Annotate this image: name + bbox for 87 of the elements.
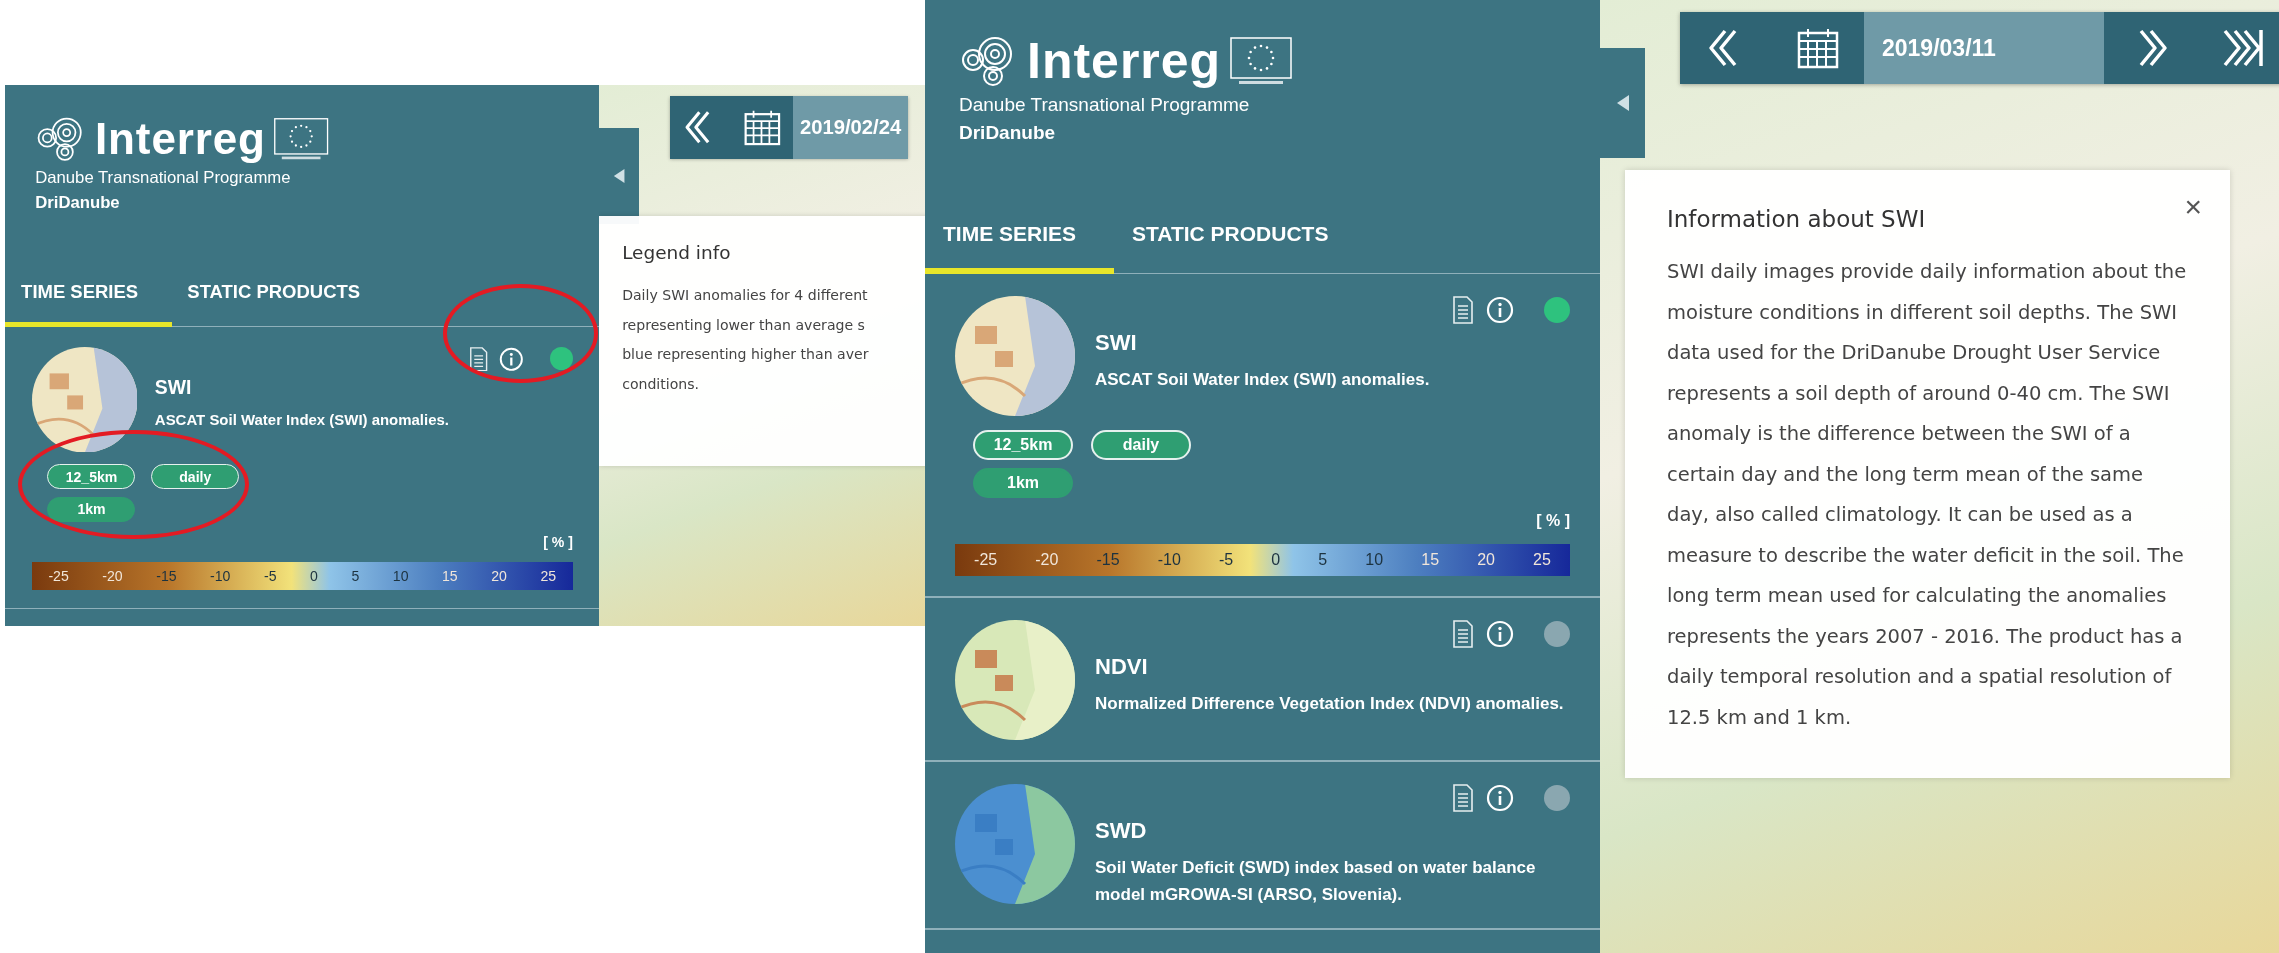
resolution-chip[interactable]: 1km	[973, 468, 1073, 498]
legend-unit: [ % ]	[1536, 512, 1570, 530]
product-name: SWI	[1095, 330, 1138, 356]
product-name: NDVI	[1095, 654, 1149, 680]
eu-flag-icon	[272, 117, 330, 161]
scale-tick-label: 0	[310, 568, 318, 585]
scale-tick-label: -5	[264, 568, 277, 585]
calendar-button[interactable]	[1772, 12, 1864, 84]
logo-project: DriDanube	[959, 122, 1057, 144]
info-icon[interactable]	[1486, 620, 1514, 648]
panel-text: SWI daily images provide daily information about the moisture conditions in different soil depths. The SWI data used for the DriDanube Drought User Service represents a soil depth of around 0-40 cm. The SWI anomaly is the difference between the SWI of a certain day and the long term mean of the same day, also called climatology. It can be used as a measure to describe the water deficit in the soil. The long term mean used for calculating the anomalies represents the years 2007 - 2016. The product has a daily temporal resolution and a spatial resolution of 12.5 km and 1 km.	[1667, 259, 2188, 731]
status-dot[interactable]	[1544, 785, 1570, 811]
logo-programme: Danube Transnational Programme	[35, 168, 292, 189]
product-item[interactable]: SWD Soil Water Deficit (SWD) index based on water balance model mGROWA-SI (ARSO, Slovenia).	[925, 762, 1600, 931]
info-icon[interactable]	[1486, 296, 1514, 324]
scale-tick-label: 15	[1421, 551, 1440, 569]
eu-flag-icon	[1229, 36, 1294, 86]
product-item[interactable]: SWI ASCAT Soil Water Index (SWI) anomalies. 12_5km daily 1km [ % ] -25 -20 -15 -10 -5 0 5 10 15 20 25	[925, 274, 1600, 598]
triangle-left-icon	[612, 168, 626, 184]
scale-tick-label: 20	[491, 568, 507, 585]
scale-tick-label: -5	[1219, 551, 1234, 569]
scale-tick-label: 5	[1318, 551, 1328, 569]
scale-tick-label: 10	[1365, 551, 1384, 569]
logo-wordmark: Interreg	[1027, 36, 1222, 86]
calendar-button[interactable]	[731, 95, 793, 160]
logo-wordmark: Interreg	[95, 117, 266, 161]
calendar-icon	[742, 108, 782, 147]
resolution-chip[interactable]: 12_5km	[973, 430, 1073, 460]
logo-programme: Danube Transnational Programme	[959, 94, 1251, 116]
scale-tick-label: -10	[1157, 551, 1181, 569]
sidebar-toggle-button[interactable]	[1600, 48, 1645, 158]
scale-tick-label: 20	[1477, 551, 1495, 569]
product-description: Normalized Difference Vegetation Index (NDVI) anomalies.	[1095, 693, 1565, 715]
tab[interactable]: STATIC PRODUCTS	[1114, 210, 1347, 274]
scale-tick-label: -20	[1035, 551, 1059, 569]
scale-tick-label: 5	[351, 568, 360, 585]
triangle-left-icon	[1615, 94, 1630, 112]
panel-title: Legend info	[622, 242, 732, 263]
scale-tick-label: -20	[102, 568, 123, 585]
scale-tick-label: 15	[442, 568, 458, 585]
tab[interactable]: TIME SERIES	[925, 210, 1115, 274]
date-field[interactable]: 2019/03/11	[1864, 12, 2104, 84]
document-icon[interactable]	[1452, 296, 1474, 324]
legend-unit: [ % ]	[543, 533, 573, 550]
scale-tick-label: 10	[392, 568, 409, 585]
product-description: ASCAT Soil Water Index (SWI) anomalies.	[1095, 369, 1431, 391]
tab[interactable]: TIME SERIES	[5, 270, 172, 328]
product-description: Soil Water Deficit (SWD) index based on water balance model mGROWA-SI (ARSO, Slovenia).	[1095, 857, 1537, 907]
document-icon[interactable]	[1452, 620, 1474, 648]
product-name: SWD	[1095, 818, 1148, 844]
panel-text-line: blue representing higher than aver	[622, 345, 870, 365]
tab[interactable]: STATIC PRODUCTS	[171, 270, 376, 328]
scale-tick-label: -15	[1096, 551, 1120, 569]
next-button[interactable]	[2104, 12, 2196, 84]
resolution-chip[interactable]: daily	[151, 464, 240, 490]
panel-text-line: Daily SWI anomalies for 4 different	[622, 285, 869, 305]
document-icon[interactable]	[469, 346, 489, 372]
scale-tick-label: -25	[974, 551, 998, 569]
resolution-chip[interactable]: 12_5km	[47, 464, 136, 490]
info-icon[interactable]	[499, 346, 524, 372]
close-button[interactable]: ×	[2180, 190, 2206, 224]
scale-tick-label: 0	[1271, 551, 1281, 569]
last-button[interactable]	[2196, 12, 2279, 84]
panel-title: Information about SWI	[1667, 206, 1927, 232]
product-description: ASCAT Soil Water Index (SWI) anomalies.	[154, 410, 450, 431]
scale-tick-label: -25	[48, 568, 69, 585]
panel-text-line: conditions.	[622, 375, 701, 395]
resolution-chip[interactable]: 1km	[47, 496, 136, 522]
scale-tick-label: 25	[540, 568, 557, 585]
product-item[interactable]: SWI ASCAT Soil Water Index (SWI) anomalies. 12_5km daily 1km [ % ] -25 -20 -15 -10 -5 0 5 10 15 20 25	[5, 327, 600, 609]
info-icon[interactable]	[1486, 784, 1514, 812]
status-dot[interactable]	[550, 347, 573, 371]
status-dot[interactable]	[1544, 621, 1570, 647]
date-field[interactable]: 2019/02/24	[792, 95, 909, 160]
product-item[interactable]: NDVI Normalized Difference Vegetation Index (NDVI) anomalies.	[925, 598, 1600, 762]
document-icon[interactable]	[1452, 784, 1474, 812]
panel-text-line: representing lower than average s	[622, 315, 866, 335]
previous-button[interactable]	[1680, 12, 1772, 84]
scale-tick-label: -10	[210, 568, 231, 585]
scale-tick-label: -15	[156, 568, 177, 585]
product-name: SWI	[154, 376, 193, 400]
previous-button[interactable]	[669, 95, 732, 160]
calendar-icon	[1796, 26, 1840, 70]
status-dot[interactable]	[1544, 297, 1570, 323]
resolution-chip[interactable]: daily	[1091, 430, 1191, 460]
logo-project: DriDanube	[35, 193, 121, 214]
scale-tick-label: 25	[1533, 551, 1551, 569]
